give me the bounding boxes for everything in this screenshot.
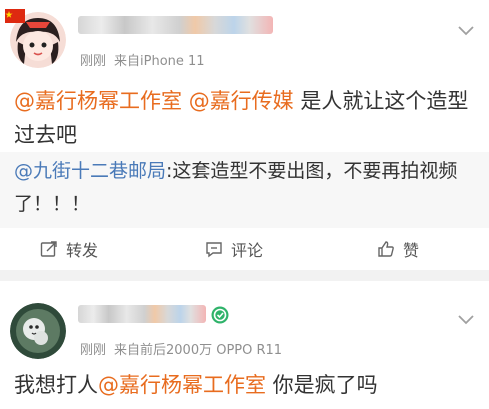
post-time: 刚刚 [80, 343, 107, 358]
chevron-down-icon[interactable] [458, 310, 474, 325]
like-button[interactable]: 赞 [377, 228, 419, 270]
post-text-prefix: 我想打人 [14, 373, 98, 397]
forward-label: 转发 [66, 241, 99, 260]
mention-link[interactable]: @嘉行杨幂工作室 [98, 373, 266, 397]
chevron-down-icon[interactable] [458, 21, 474, 36]
thumbs-up-icon [378, 241, 394, 257]
like-label: 赞 [403, 241, 420, 260]
post-body: 我想打人@嘉行杨幂工作室 你是疯了吗 [14, 368, 475, 402]
repost-block[interactable]: @九街十二巷邮局:这套造型不要出图，不要再拍视频了！！！ [0, 152, 489, 228]
repost-text: @九街十二巷邮局:这套造型不要出图，不要再拍视频了！！！ [14, 155, 477, 221]
username-redacted[interactable] [78, 305, 206, 323]
action-bar: 转发 评论 赞 [0, 228, 489, 270]
avatar[interactable] [10, 303, 66, 359]
username-redacted[interactable] [78, 16, 273, 34]
comment-button[interactable]: 评论 [205, 228, 263, 270]
post-source: 来自前后2000万 OPPO R11 [114, 343, 283, 358]
comment-icon [206, 242, 222, 258]
mention-link[interactable]: @嘉行杨幂工作室 [14, 89, 182, 113]
post-body: @嘉行杨幂工作室 @嘉行传媒 是人就让这个造型过去吧 [14, 84, 475, 152]
post-time: 刚刚 [80, 54, 107, 69]
post-text-suffix: 你是疯了吗 [266, 373, 378, 397]
flag-icon [5, 8, 25, 23]
comment-label: 评论 [231, 241, 264, 260]
repost-mention-link[interactable]: @九街十二巷邮局 [14, 160, 166, 182]
post-source: 来自iPhone 11 [114, 54, 205, 69]
mention-link[interactable]: @嘉行传媒 [189, 89, 294, 113]
forward-icon [40, 241, 57, 257]
post-meta: 刚刚 来自前后2000万 OPPO R11 [80, 339, 290, 358]
post-card-1: 刚刚 来自iPhone 11 @嘉行杨幂工作室 @嘉行传媒 是人就让这个造型过去吧… [0, 0, 489, 270]
forward-button[interactable]: 转发 [40, 228, 98, 270]
verified-badge-icon [211, 306, 229, 324]
post-meta: 刚刚 来自iPhone 11 [80, 50, 213, 69]
post-card-2: 刚刚 来自前后2000万 OPPO R11 我想打人@嘉行杨幂工作室 你是疯了吗 [0, 281, 489, 409]
